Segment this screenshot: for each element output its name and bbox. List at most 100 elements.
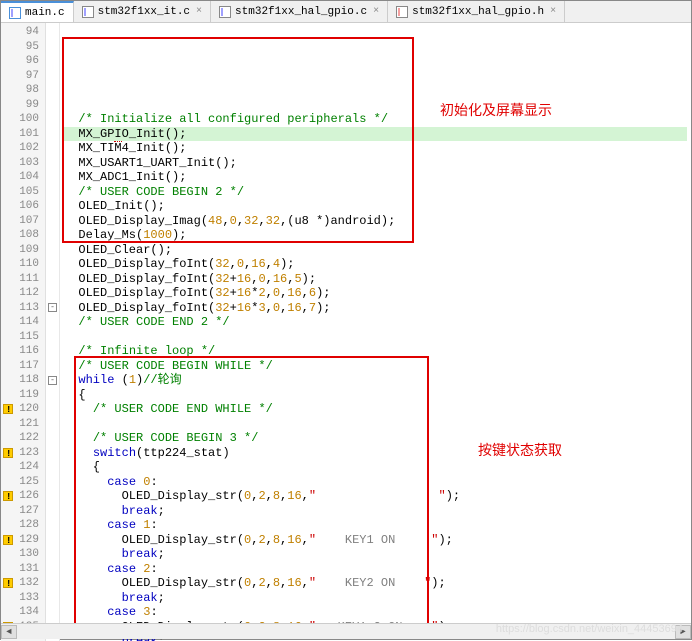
fold-cell [46,388,59,403]
fold-cell [46,185,59,200]
code-line[interactable]: OLED_Display_foInt(32+16*3,0,16,7); [64,301,687,316]
line-number: 112 [1,286,39,301]
code-line[interactable]: { [64,460,687,475]
line-number-gutter: 9495969798991001011021031041051061071081… [1,23,46,641]
code-line[interactable]: break; [64,547,687,562]
tab-2[interactable]: stm32f1xx_hal_gpio.c× [211,1,388,22]
code-line[interactable]: /* USER CODE BEGIN WHILE */ [64,359,687,374]
code-line[interactable]: MX_USART1_UART_Init(); [64,156,687,171]
line-number: 124 [1,460,39,475]
code-line[interactable]: /* Infinite loop */ [64,344,687,359]
code-line[interactable]: OLED_Display_foInt(32,0,16,4); [64,257,687,272]
line-number: 130 [1,547,39,562]
code-line[interactable]: case 0: [64,475,687,490]
fold-cell [46,54,59,69]
fold-cell [46,533,59,548]
code-line[interactable]: OLED_Clear(); [64,243,687,258]
code-line[interactable]: Delay_Ms(1000); [64,228,687,243]
line-number: 133 [1,591,39,606]
line-number: 100 [1,112,39,127]
line-number: 107 [1,214,39,229]
code-line[interactable]: OLED_Display_str(0,2,8,16," KEY1 ON "); [64,533,687,548]
fold-cell [46,214,59,229]
fold-cell [46,446,59,461]
code-line[interactable]: MX_ADC1_Init(); [64,170,687,185]
fold-cell [46,431,59,446]
fold-cell [46,460,59,475]
code-line[interactable]: break; [64,591,687,606]
code-line[interactable]: OLED_Init(); [64,199,687,214]
fold-cell [46,83,59,98]
tab-3[interactable]: stm32f1xx_hal_gpio.h× [388,1,565,22]
close-icon[interactable]: × [196,6,202,17]
fold-cell [46,170,59,185]
warning-icon[interactable] [3,578,13,588]
warning-icon[interactable] [3,448,13,458]
code-line[interactable]: /* USER CODE BEGIN 2 */ [64,185,687,200]
fold-cell [46,518,59,533]
fold-cell [46,199,59,214]
warning-icon[interactable] [3,404,13,414]
line-number: 119 [1,388,39,403]
fold-cell [46,330,59,345]
fold-cell [46,359,59,374]
tab-1[interactable]: stm32f1xx_it.c × [74,1,211,22]
line-number: 131 [1,562,39,577]
warning-icon[interactable] [3,491,13,501]
code-line[interactable] [64,417,687,432]
code-line[interactable]: OLED_Display_foInt(32+16*2,0,16,6); [64,286,687,301]
code-line[interactable]: break; [64,504,687,519]
line-number: 134 [1,605,39,620]
code-line[interactable]: switch(ttp224_stat) [64,446,687,461]
scroll-right-button[interactable]: ► [675,625,691,639]
fold-cell [46,591,59,606]
code-line[interactable]: case 2: [64,562,687,577]
code-line[interactable]: /* USER CODE END 2 */ [64,315,687,330]
line-number: 123 [1,446,39,461]
code-line[interactable]: /* Initialize all configured peripherals… [64,112,687,127]
warning-icon[interactable] [3,535,13,545]
line-number: 132 [1,576,39,591]
fold-cell [46,228,59,243]
line-number: 97 [1,69,39,84]
code-line[interactable]: { [64,388,687,403]
tab-bar: main.cstm32f1xx_it.c×stm32f1xx_hal_gpio.… [1,1,691,23]
line-number: 128 [1,518,39,533]
close-icon[interactable]: × [550,6,556,17]
code-line[interactable]: /* USER CODE BEGIN 3 */ [64,431,687,446]
code-line[interactable]: OLED_Display_Imag(48,0,32,32,(u8 *)andro… [64,214,687,229]
line-number: 104 [1,170,39,185]
line-number: 126 [1,489,39,504]
scroll-left-button[interactable]: ◄ [1,625,17,639]
fold-cell [46,504,59,519]
line-number: 96 [1,54,39,69]
code-line[interactable]: case 3: [64,605,687,620]
line-number: 98 [1,83,39,98]
fold-cell [46,489,59,504]
close-icon[interactable]: × [373,6,379,17]
file-icon [82,6,94,18]
code-line[interactable]: case 1: [64,518,687,533]
fold-toggle-icon[interactable]: - [48,376,57,385]
fold-cell [46,272,59,287]
line-number: 109 [1,243,39,258]
code-area[interactable]: 初始化及屏幕显示 按键状态获取 /* Initialize all config… [60,23,691,641]
code-line[interactable]: /* USER CODE END WHILE */ [64,402,687,417]
code-line[interactable]: OLED_Display_str(0,2,8,16," KEY2 ON "); [64,576,687,591]
line-number: 129 [1,533,39,548]
fold-toggle-icon[interactable]: - [48,303,57,312]
code-line[interactable]: OLED_Display_foInt(32+16,0,16,5); [64,272,687,287]
code-line[interactable]: MX_GPIO_Init(); [64,127,687,142]
fold-cell [46,127,59,142]
horizontal-scrollbar[interactable]: ◄ ► [1,623,691,639]
fold-cell[interactable]: - [46,301,59,316]
tab-0[interactable]: main.c [1,1,74,22]
tab-label: main.c [25,7,65,19]
fold-cell[interactable]: - [46,373,59,388]
code-line[interactable]: OLED_Display_str(0,2,8,16," "); [64,489,687,504]
tab-label: stm32f1xx_it.c [98,6,190,18]
fold-cell [46,243,59,258]
code-line[interactable]: MX_TIM4_Init(); [64,141,687,156]
code-line[interactable] [64,330,687,345]
code-line[interactable]: while (1)//轮询 [64,373,687,388]
